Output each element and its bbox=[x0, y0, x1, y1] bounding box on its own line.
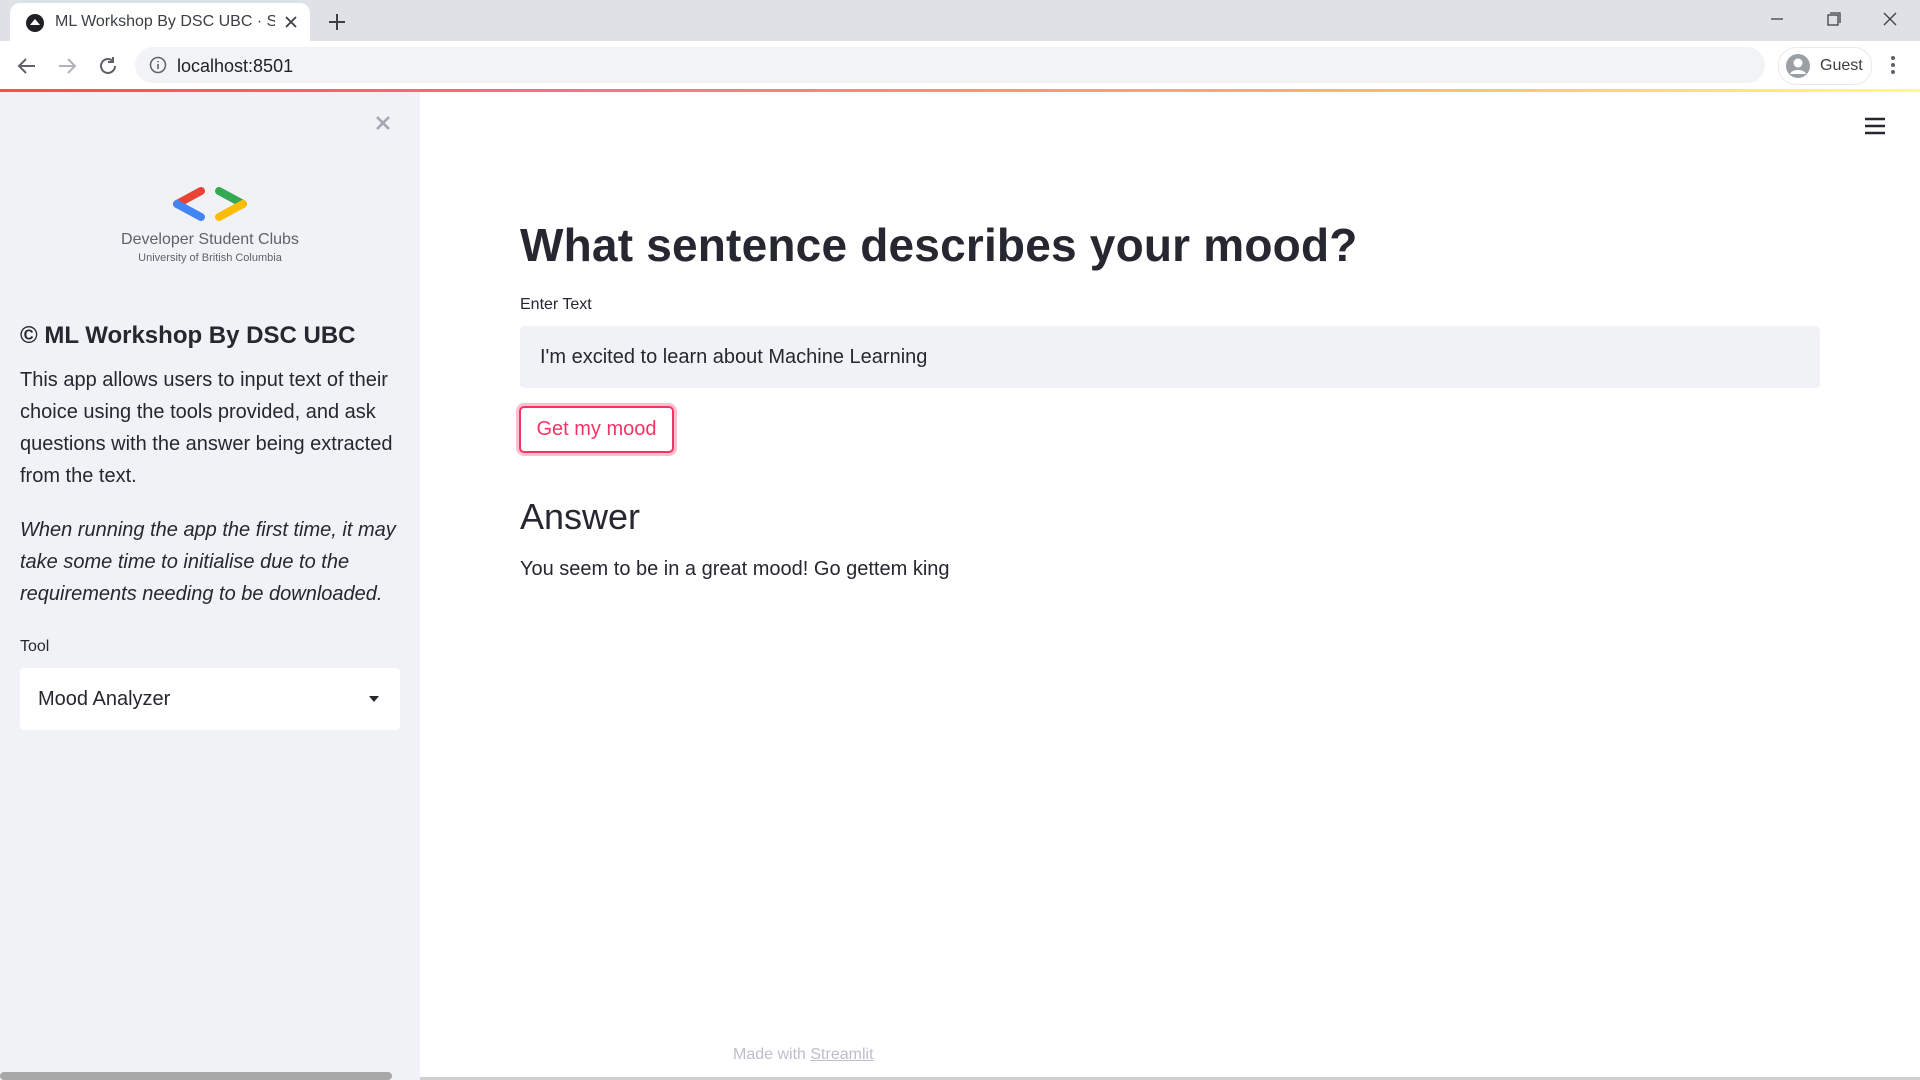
tool-select[interactable]: Mood Analyzer bbox=[20, 668, 400, 730]
dsc-logo-icon bbox=[173, 187, 247, 221]
footer-made-with: Made with bbox=[733, 1046, 806, 1063]
sidebar-description: This app allows users to input text of t… bbox=[20, 369, 393, 487]
page-title: What sentence describes your mood? bbox=[520, 219, 1358, 271]
browser-toolbar: localhost:8501 Guest bbox=[0, 41, 1920, 89]
logo-name: Developer Student Clubs bbox=[121, 231, 299, 248]
reload-icon[interactable] bbox=[96, 54, 120, 78]
sidebar: Developer Student Clubs University of Br… bbox=[0, 92, 420, 1080]
sidebar-title: © ML Workshop By DSC UBC bbox=[20, 322, 356, 349]
dsc-logo: Developer Student Clubs University of Br… bbox=[110, 184, 310, 274]
get-mood-button[interactable]: Get my mood bbox=[519, 406, 674, 453]
mood-text-input[interactable] bbox=[520, 326, 1820, 388]
footer: Made with Streamlit bbox=[733, 1046, 874, 1064]
logo-subname: University of British Columbia bbox=[138, 252, 282, 264]
tool-label: Tool bbox=[20, 638, 50, 655]
text-input-label: Enter Text bbox=[520, 296, 592, 313]
minimize-icon[interactable] bbox=[1764, 8, 1790, 30]
tab-close-icon[interactable] bbox=[282, 13, 300, 31]
caret-down-icon bbox=[369, 696, 379, 702]
profile-avatar-icon bbox=[1786, 54, 1810, 78]
kebab-menu-icon[interactable] bbox=[1882, 52, 1904, 78]
restore-icon[interactable] bbox=[1820, 8, 1846, 30]
new-tab-icon[interactable] bbox=[325, 10, 349, 34]
back-arrow-icon[interactable] bbox=[15, 54, 39, 78]
tab-title: ML Workshop By DSC UBC · Streamlit bbox=[55, 13, 275, 30]
sidebar-close-icon[interactable] bbox=[372, 112, 394, 134]
tool-selected-value: Mood Analyzer bbox=[38, 688, 171, 710]
window-close-icon[interactable] bbox=[1877, 8, 1903, 30]
forward-arrow-icon[interactable] bbox=[55, 54, 79, 78]
profile-button[interactable]: Guest bbox=[1778, 47, 1872, 85]
sidebar-note: When running the app the first time, it … bbox=[20, 519, 396, 605]
browser-tab[interactable]: ML Workshop By DSC UBC · Streamlit bbox=[10, 3, 310, 41]
sidebar-scrollbar[interactable] bbox=[0, 1072, 392, 1080]
address-bar[interactable]: localhost:8501 bbox=[135, 47, 1765, 83]
hamburger-menu-icon[interactable] bbox=[1864, 117, 1886, 135]
answer-heading: Answer bbox=[520, 496, 641, 537]
streamlit-favicon-icon bbox=[26, 14, 44, 32]
answer-text: You seem to be in a great mood! Go gette… bbox=[520, 558, 950, 580]
profile-label: Guest bbox=[1820, 57, 1863, 74]
streamlit-link[interactable]: Streamlit bbox=[810, 1046, 873, 1063]
browser-tab-strip: ML Workshop By DSC UBC · Streamlit bbox=[0, 0, 1920, 41]
url-text: localhost:8501 bbox=[177, 56, 294, 76]
info-icon[interactable] bbox=[149, 56, 167, 74]
